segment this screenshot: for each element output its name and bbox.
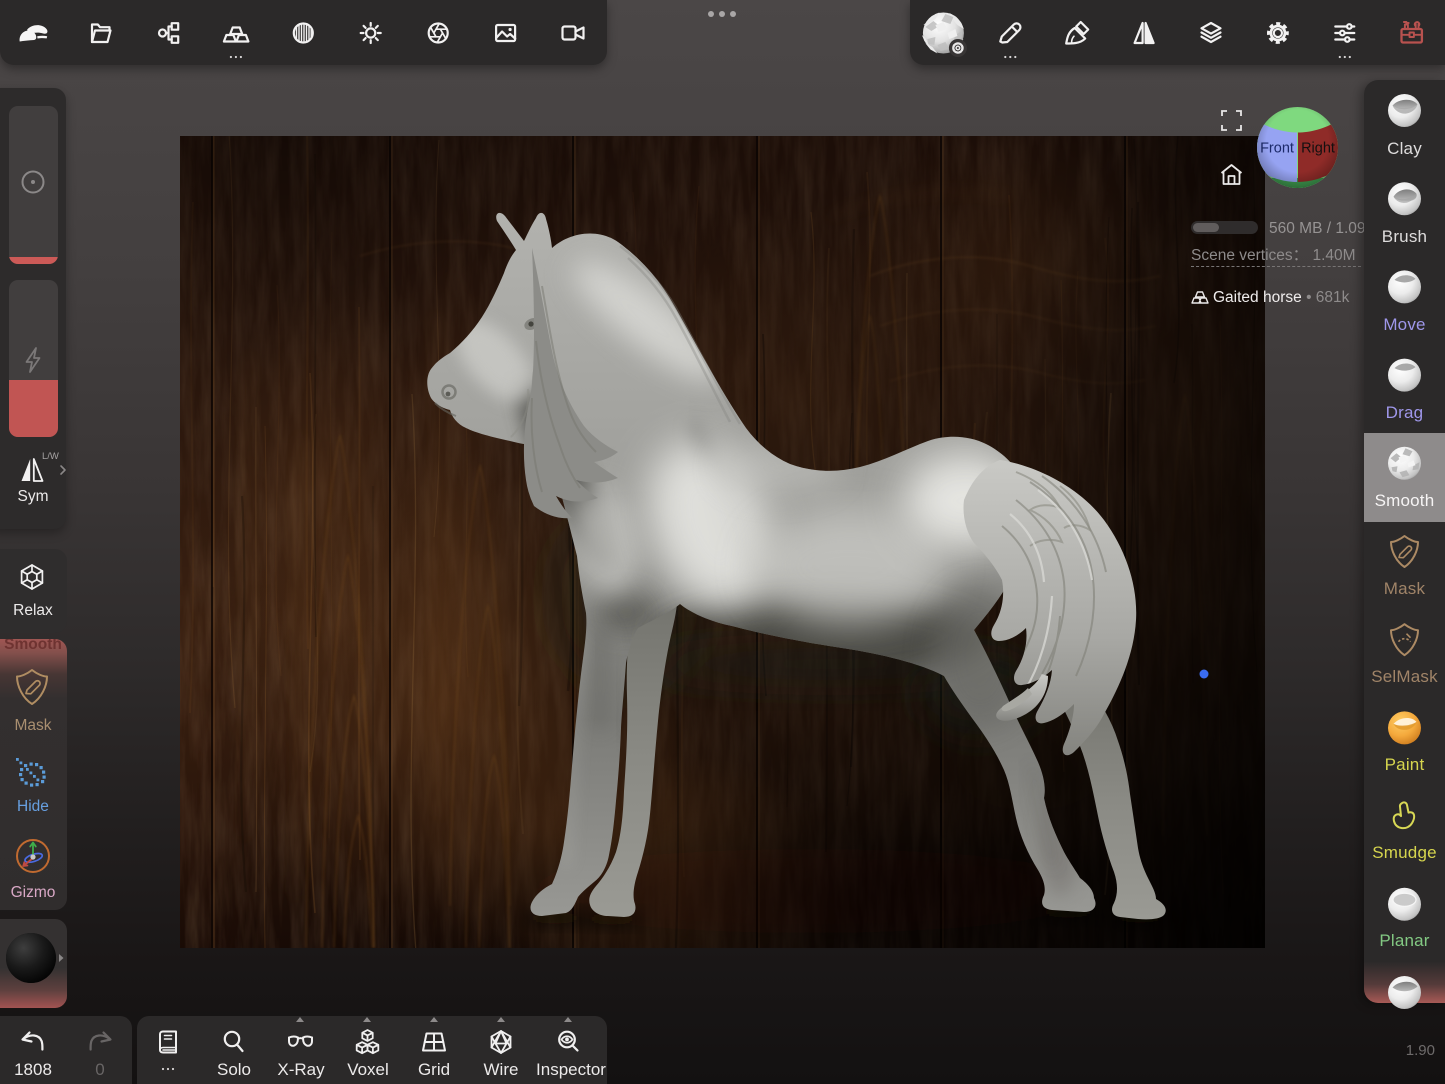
svg-text:L/W: L/W	[42, 451, 59, 462]
